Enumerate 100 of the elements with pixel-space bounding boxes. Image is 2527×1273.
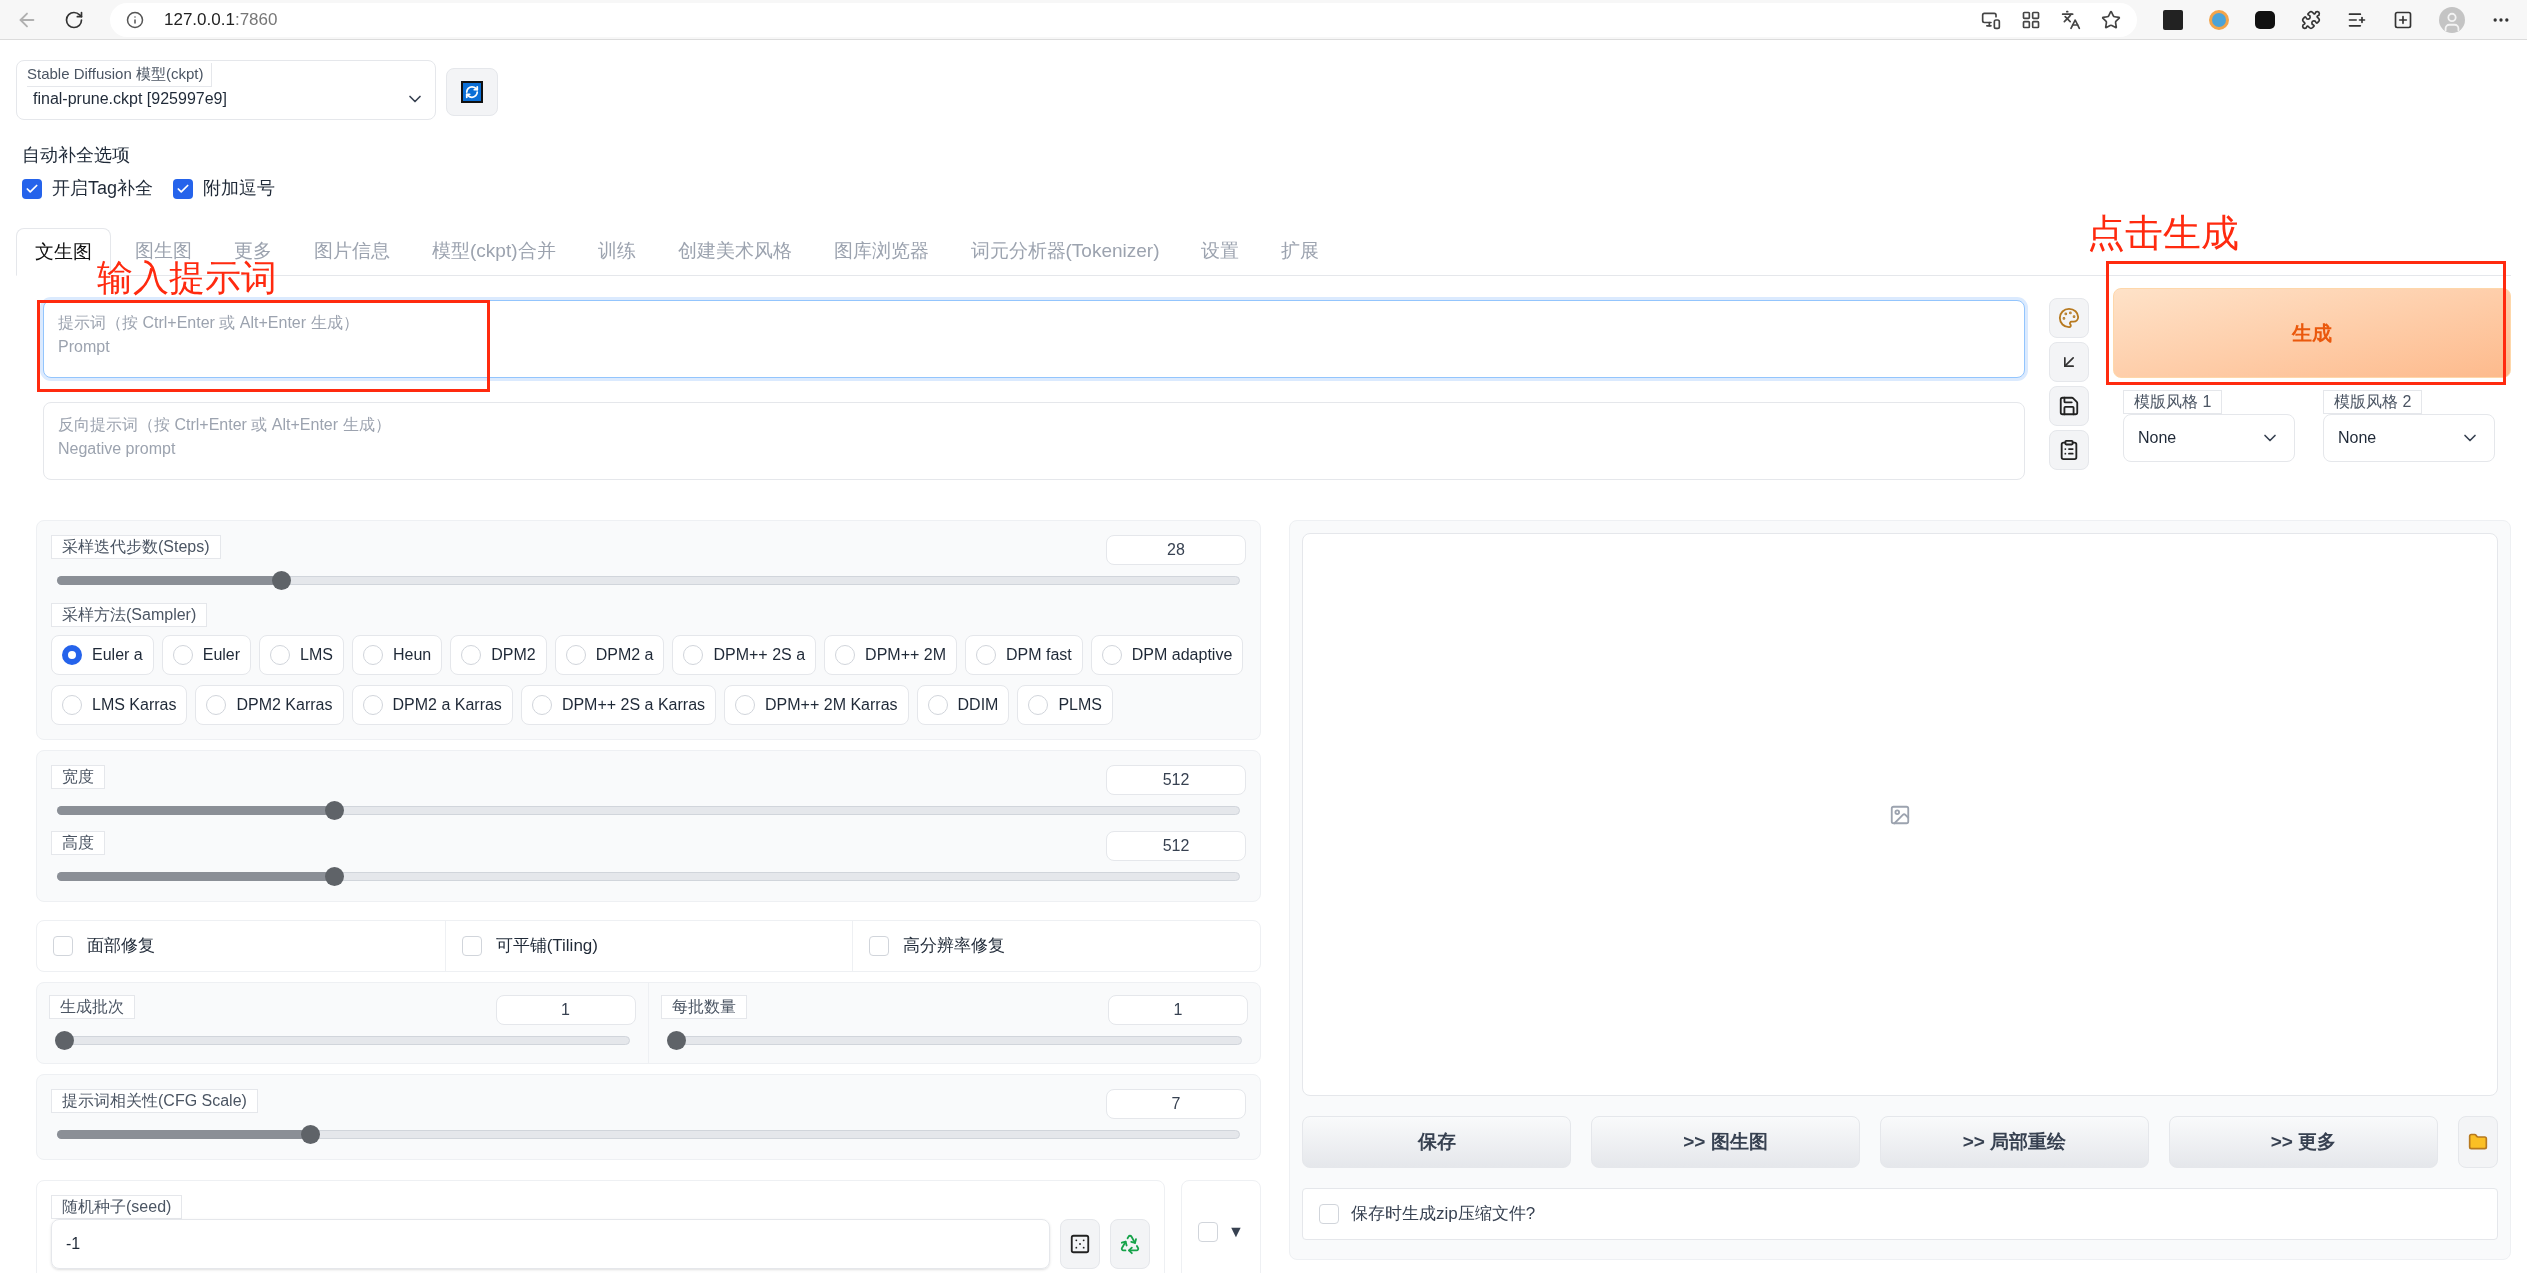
folder-button[interactable] bbox=[2458, 1116, 2498, 1168]
checkbox[interactable] bbox=[1198, 1222, 1219, 1242]
sampler-option[interactable]: DPM fast bbox=[965, 635, 1083, 675]
checkbox-label: 高分辨率修复 bbox=[903, 935, 1006, 958]
extension-icon[interactable] bbox=[2163, 9, 2183, 30]
recycle-button[interactable] bbox=[1110, 1219, 1150, 1269]
field-label: 宽度 bbox=[51, 765, 105, 789]
style-dropdown[interactable]: None bbox=[2323, 414, 2495, 462]
sampler-option[interactable]: DPM2 Karras bbox=[195, 685, 344, 725]
checkbox[interactable] bbox=[869, 936, 890, 956]
number-field[interactable]: 7 bbox=[1106, 1089, 1246, 1119]
action-button[interactable]: >> 更多 bbox=[2169, 1116, 2438, 1168]
checkbox[interactable] bbox=[22, 178, 42, 199]
image-placeholder-icon bbox=[1889, 803, 1911, 826]
number-field[interactable]: 512 bbox=[1106, 831, 1246, 861]
slider-track[interactable] bbox=[57, 571, 1240, 591]
field-label: Stable Diffusion 模型(ckpt) bbox=[27, 63, 213, 87]
dropdown-value: final-prune.ckpt [925997e9] bbox=[32, 88, 228, 109]
palette-button[interactable] bbox=[2049, 298, 2089, 338]
extensions-icon[interactable] bbox=[2301, 9, 2321, 30]
checkbox-label: 面部修复 bbox=[87, 935, 155, 958]
slider-track[interactable] bbox=[666, 1031, 1242, 1051]
number-field[interactable]: 28 bbox=[1106, 535, 1246, 565]
checkbox[interactable] bbox=[1319, 1204, 1339, 1224]
style-dropdown[interactable]: None bbox=[2123, 414, 2295, 462]
field-label: 随机种子(seed) bbox=[51, 1195, 183, 1219]
prompt-field[interactable]: 提示词（按 Ctrl+Enter 或 Alt+Enter 生成） Prompt bbox=[43, 300, 2025, 378]
translate-icon[interactable] bbox=[2061, 9, 2081, 30]
sampler-option[interactable]: Euler bbox=[161, 635, 252, 675]
sampler-option[interactable]: DPM++ 2S a Karras bbox=[520, 685, 717, 725]
save-button[interactable] bbox=[2049, 386, 2089, 426]
slider-thumb[interactable] bbox=[666, 1031, 686, 1050]
slider-thumb[interactable] bbox=[55, 1031, 74, 1050]
action-button[interactable]: >> 局部重绘 bbox=[1880, 1116, 2149, 1168]
sampler-option[interactable]: LMS bbox=[259, 635, 344, 675]
action-button[interactable]: 保存 bbox=[1302, 1116, 1571, 1168]
slider-thumb[interactable] bbox=[324, 867, 344, 886]
number-field[interactable]: 1 bbox=[1108, 995, 1248, 1025]
checkbox[interactable] bbox=[173, 178, 194, 199]
collections-icon[interactable] bbox=[2393, 9, 2413, 30]
slider-track[interactable] bbox=[57, 867, 1240, 887]
action-button[interactable]: >> 图生图 bbox=[1591, 1116, 1860, 1168]
clipboard-button[interactable] bbox=[2049, 430, 2089, 470]
annotation-text: 点击生成 bbox=[2087, 212, 2239, 254]
checkbox-label: 可平铺(Tiling) bbox=[495, 935, 598, 958]
slider-track[interactable] bbox=[57, 801, 1240, 821]
field-label: 采样方法(Sampler) bbox=[51, 603, 208, 627]
field-label: 模版风格 1 bbox=[2123, 390, 2223, 414]
dice-button[interactable] bbox=[1060, 1219, 1100, 1269]
sampler-option[interactable]: DPM2 a bbox=[554, 635, 665, 675]
sampler-option[interactable]: DPM adaptive bbox=[1090, 635, 1244, 675]
slider-thumb[interactable] bbox=[272, 571, 292, 590]
slider-track[interactable] bbox=[57, 1125, 1240, 1145]
seed-field[interactable]: -1 bbox=[51, 1219, 1050, 1269]
grid-icon[interactable] bbox=[2021, 9, 2041, 30]
clipboard-icon bbox=[2058, 439, 2080, 461]
field-label: 采样迭代步数(Steps) bbox=[51, 535, 221, 559]
model-dropdown[interactable]: Stable Diffusion 模型(ckpt) final-prune.ckpt [925997e9] bbox=[16, 60, 436, 120]
field-label: 提示词相关性(CFG Scale) bbox=[51, 1089, 258, 1113]
checkbox[interactable] bbox=[53, 936, 73, 956]
checkbox-label: 开启Tag补全 bbox=[52, 177, 154, 200]
address-bar[interactable]: 127.0.0.1:7860 bbox=[110, 2, 2137, 37]
field-label: 模版风格 2 bbox=[2323, 390, 2423, 414]
dropdown-arrow[interactable]: ▼ bbox=[1228, 1220, 1244, 1244]
sampler-option[interactable]: DDIM bbox=[916, 685, 1010, 725]
field-label: 生成批次 bbox=[49, 995, 135, 1019]
sampler-option[interactable]: DPM++ 2M bbox=[824, 635, 957, 675]
reload-icon[interactable] bbox=[64, 9, 84, 30]
refresh-button[interactable] bbox=[446, 68, 498, 116]
dropdown-value: None bbox=[2138, 428, 2177, 448]
sampler-option[interactable]: DPM2 a Karras bbox=[351, 685, 513, 725]
checkbox-label: 保存时生成zip压缩文件? bbox=[1351, 1203, 1536, 1226]
field-label: 高度 bbox=[51, 831, 105, 855]
star-icon[interactable] bbox=[2101, 9, 2121, 30]
dice-icon bbox=[1069, 1233, 1091, 1255]
sampler-option[interactable]: Heun bbox=[351, 635, 443, 675]
field-label: 每批数量 bbox=[660, 995, 747, 1019]
arrow-button[interactable] bbox=[2049, 342, 2089, 382]
checkbox-label: 附加逗号 bbox=[203, 177, 276, 200]
number-field[interactable]: 1 bbox=[495, 995, 636, 1025]
slider-thumb[interactable] bbox=[324, 801, 344, 820]
sampler-option[interactable]: PLMS bbox=[1017, 685, 1113, 725]
palette-icon bbox=[2058, 307, 2080, 329]
sampler-option[interactable]: DPM2 bbox=[450, 635, 547, 675]
refresh-icon bbox=[461, 81, 483, 103]
folder-icon bbox=[2468, 1132, 2488, 1152]
number-field[interactable]: 512 bbox=[1106, 765, 1246, 795]
info-icon[interactable] bbox=[126, 10, 144, 29]
sampler-option[interactable]: LMS Karras bbox=[51, 685, 188, 725]
sampler-option[interactable]: Euler a bbox=[51, 635, 154, 675]
recycle-icon bbox=[1119, 1233, 1141, 1255]
extension-icon[interactable] bbox=[2255, 10, 2275, 29]
checkbox[interactable] bbox=[461, 936, 482, 956]
section-title: 自动补全选项 bbox=[22, 144, 131, 167]
sampler-option[interactable]: DPM++ 2S a bbox=[672, 635, 817, 675]
sampler-option[interactable]: DPM++ 2M Karras bbox=[724, 685, 909, 725]
slider-track[interactable] bbox=[55, 1031, 630, 1051]
slider-thumb[interactable] bbox=[301, 1125, 321, 1144]
dropdown-value: None bbox=[2338, 428, 2377, 448]
url-text: 127.0.0.1:7860 bbox=[164, 8, 278, 31]
